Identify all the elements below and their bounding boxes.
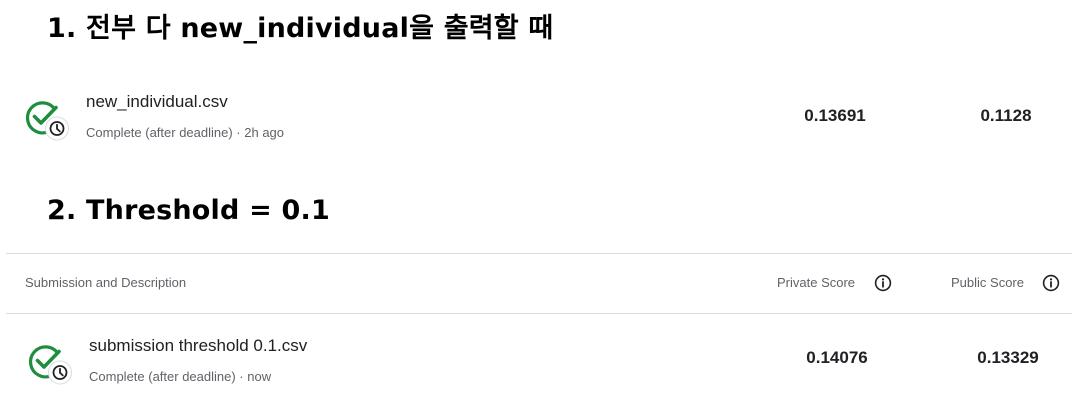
submission-name[interactable]: new_individual.csv <box>86 92 228 112</box>
submission-name[interactable]: submission threshold 0.1.csv <box>89 336 307 356</box>
public-score-info-icon[interactable] <box>1042 274 1060 292</box>
column-header-public-score: Public Score <box>951 275 1024 290</box>
private-score-info-icon[interactable] <box>874 274 892 292</box>
submission-status: Complete (after deadline) · now <box>89 369 272 384</box>
column-header-description: Submission and Description <box>25 275 187 290</box>
private-score-value: 0.14076 <box>806 348 868 367</box>
public-score-value: 0.13329 <box>977 348 1039 367</box>
public-score-value: 0.1128 <box>980 106 1032 125</box>
complete-status-icon <box>28 345 72 385</box>
column-header-private-score: Private Score <box>777 275 856 290</box>
submission-row[interactable]: new_individual.csv Complete (after deadl… <box>0 82 1082 152</box>
private-score-value: 0.13691 <box>804 106 866 125</box>
submissions-table-header: Submission and Description Private Score… <box>6 253 1072 314</box>
submission-status: Complete (after deadline) · 2h ago <box>86 125 285 140</box>
complete-status-icon <box>25 101 69 141</box>
heading-all-output: 1. 전부 다 new_individual을 출력할 때 <box>47 13 554 44</box>
heading-threshold: 2. Threshold = 0.1 <box>47 195 330 226</box>
submission-row[interactable]: submission threshold 0.1.csv Complete (a… <box>0 322 1082 392</box>
